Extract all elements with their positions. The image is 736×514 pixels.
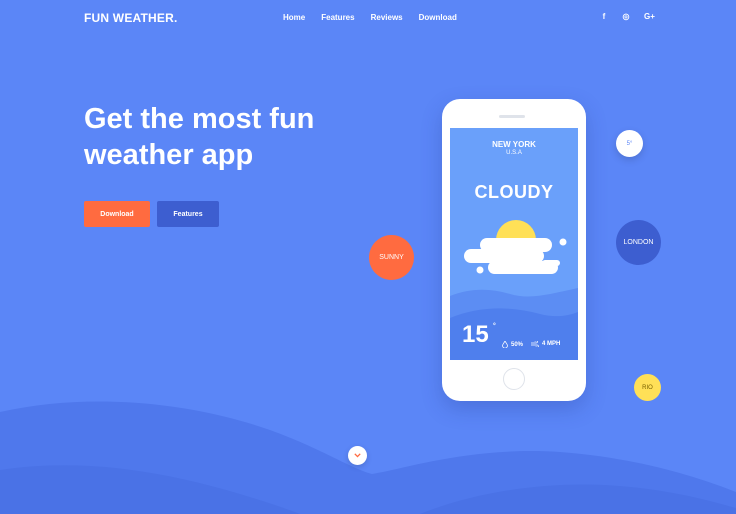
hero-title: Get the most fun weather app [84, 101, 384, 173]
humidity-value: 50% [511, 341, 524, 348]
phone-speaker [499, 115, 525, 118]
nav-link-features[interactable]: Features [321, 13, 354, 22]
sunny-bubble: SUNNY [369, 235, 414, 280]
phone-home-button [503, 368, 525, 390]
temperature-bubble: 5° [616, 130, 643, 157]
drop-icon [502, 341, 508, 348]
wind-icon [531, 341, 539, 347]
wind-stat: 4 MPH [531, 341, 560, 347]
degree-symbol: ° [493, 323, 496, 330]
scroll-down-button[interactable] [348, 446, 367, 465]
instagram-icon[interactable]: ◎ [622, 12, 630, 21]
facebook-icon[interactable]: f [600, 12, 608, 21]
nav-link-reviews[interactable]: Reviews [371, 13, 403, 22]
hero-title-line-2: weather app [84, 139, 254, 171]
rio-bubble: RIO [634, 374, 661, 401]
phone-screen: NEW YORK U.S.A CLOUDY 15 ° 50% 4 MPH [450, 128, 578, 360]
download-button[interactable]: Download [84, 201, 150, 227]
nav-link-home[interactable]: Home [283, 13, 305, 22]
nav-menu: Home Features Reviews Download [283, 13, 473, 22]
humidity-stat: 50% [502, 341, 523, 348]
temperature-value: 15 [462, 321, 489, 348]
phone-mockup: NEW YORK U.S.A CLOUDY 15 ° 50% 4 MPH [442, 99, 586, 401]
landing-page: FUN WEATHER. Home Features Reviews Downl… [0, 0, 736, 514]
london-bubble: LONDON [616, 220, 661, 265]
google-plus-icon[interactable]: G+ [644, 12, 655, 21]
chevron-down-icon [354, 453, 361, 458]
brand-logo[interactable]: FUN WEATHER. [84, 11, 178, 25]
features-button[interactable]: Features [157, 201, 219, 227]
social-links: f ◎ G+ [600, 12, 655, 21]
nav-link-download[interactable]: Download [419, 13, 457, 22]
wind-value: 4 MPH [542, 341, 561, 347]
hero-title-line-1: Get the most fun [84, 103, 315, 135]
top-navigation: FUN WEATHER. Home Features Reviews Downl… [0, 0, 736, 36]
